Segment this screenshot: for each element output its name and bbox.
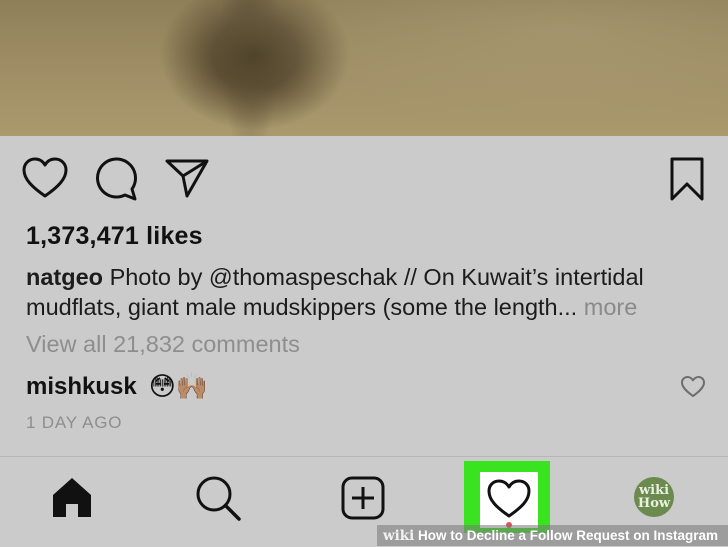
post-action-row xyxy=(0,152,728,212)
likes-count[interactable]: 1,373,471 likes xyxy=(26,222,203,251)
comment-text: 😳🙌🏽 xyxy=(148,372,209,402)
search-icon[interactable] xyxy=(194,474,242,522)
view-all-comments-link[interactable]: View all 21,832 comments xyxy=(26,331,300,358)
more-link[interactable]: more xyxy=(584,294,638,320)
paper-plane-icon[interactable] xyxy=(164,157,210,199)
photo-texture xyxy=(0,0,728,136)
comment-username[interactable]: mishkusk xyxy=(26,373,137,401)
caption-text: Photo by @thomaspeschak // On Kuwait’s i… xyxy=(26,264,644,320)
profile-avatar[interactable]: wiki How xyxy=(634,477,674,517)
activity-heart-icon[interactable] xyxy=(486,478,532,520)
heart-outline-icon[interactable] xyxy=(22,157,68,199)
caption-username[interactable]: natgeo xyxy=(26,264,103,290)
watermark-wiki: wiki xyxy=(383,528,415,544)
comment-row: mishkusk 😳🙌🏽 xyxy=(26,372,208,402)
post-timestamp: 1 DAY AGO xyxy=(26,413,123,432)
speech-bubble-icon[interactable] xyxy=(94,156,138,202)
post-photo[interactable] xyxy=(0,0,728,136)
post-caption: natgeo Photo by @thomaspeschak // On Kuw… xyxy=(26,262,716,322)
watermark-title: How to Decline a Follow Request on Insta… xyxy=(418,528,719,543)
avatar-text-2: How xyxy=(637,496,671,511)
watermark: wiki How to Decline a Follow Request on … xyxy=(377,525,728,546)
small-heart-icon[interactable] xyxy=(680,375,706,399)
bookmark-icon[interactable] xyxy=(668,156,706,202)
new-post-icon[interactable] xyxy=(341,476,385,520)
home-icon[interactable] xyxy=(50,475,94,519)
